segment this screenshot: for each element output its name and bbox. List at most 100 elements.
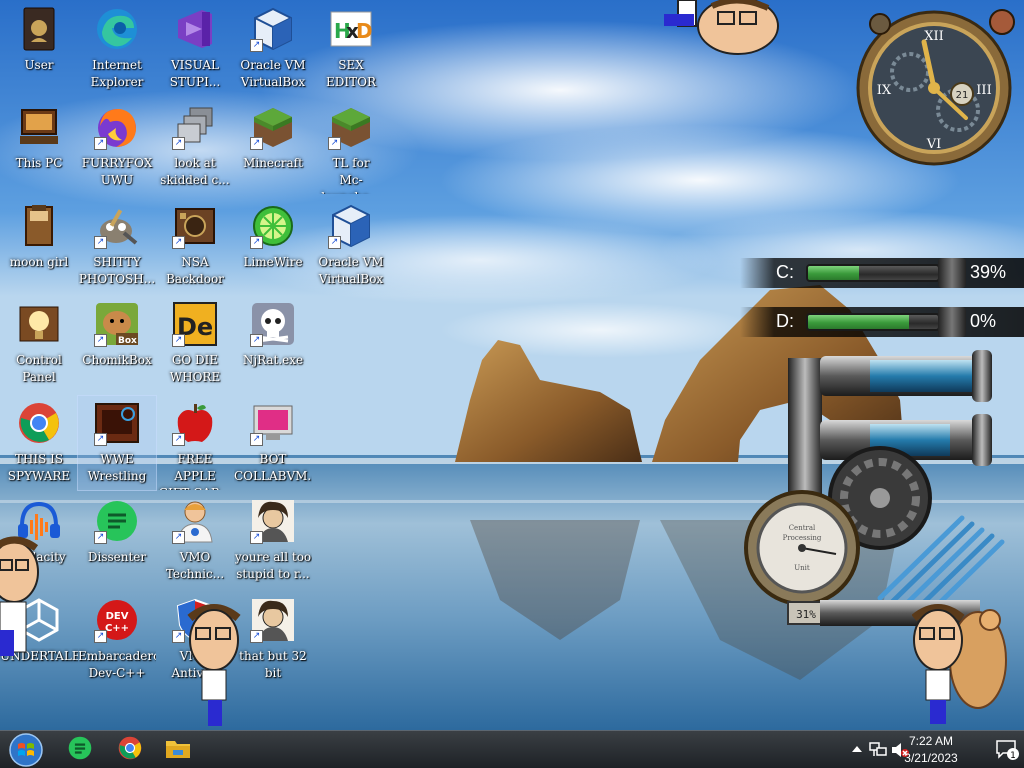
drive-usage-track [806,264,940,282]
desktop-icon[interactable]: ↗ SHITTY PHOTOSH... [78,199,156,293]
desktop-icon[interactable]: ↗ Oracle VM VirtualBox [234,2,312,96]
drive-label: D: [776,311,794,331]
desktop-icon-label: Oracle VM VirtualBox [240,58,306,89]
notification-icon: 1 [996,740,1019,761]
desktop-icon[interactable]: ↗ that but 32 bit [234,593,312,687]
shortcut-arrow-icon: ↗ [94,236,107,249]
shortcut-arrow-icon: ↗ [94,137,107,150]
shortcut-arrow-icon: ↗ [250,531,263,544]
stacked-windows-icon: ↗ [172,104,218,150]
desktop-icon-label: WWE Wrestling [87,452,147,483]
drive-usage-fill [808,315,910,329]
drive-label: C: [776,262,794,282]
shortcut-arrow-icon: ↗ [172,531,185,544]
start-button[interactable] [6,732,46,768]
desktop-icon[interactable]: VISUAL STUPI... [156,2,234,96]
drive-bar-d[interactable]: D: 0% [740,307,1024,337]
network-button[interactable] [868,741,888,759]
desktop-icon[interactable]: ↗ FURRYFOX UWU [78,100,156,194]
desktop-icon[interactable]: moon girl [0,199,78,293]
dissenter-icon [67,735,93,765]
desktop-icon[interactable]: ↗ LimeWire [234,199,312,293]
desktop-icon[interactable]: ↗ NSA Backdoor [156,199,234,293]
desktop-icon-label: THIS IS SPYWARE [7,452,71,483]
desktop-icon[interactable]: De ↗ GO DIE WHORE [156,297,234,391]
desktop-icon[interactable]: THIS IS SPYWARE [0,396,78,490]
shortcut-arrow-icon: ↗ [250,39,263,52]
desktop-icon[interactable]: Control Panel [0,297,78,391]
gauge-readout: 31% [796,608,816,621]
steampunk-clock-widget[interactable]: XII III VI IX 21 [850,2,1022,170]
taskbar-app-chrome[interactable] [110,734,150,766]
desktop-icon[interactable]: ↗ WWE Wrestling [77,395,157,491]
dissenter-icon: ↗ [94,498,140,544]
shortcut-arrow-icon: ↗ [328,236,341,249]
shortcut-arrow-icon: ↗ [94,630,107,643]
desktop-icon-label: youre all too stupid to r... [234,550,312,581]
hxd-icon: HxD [328,6,374,52]
desktop-icon-label: VMO Technic... [165,550,225,581]
desktop-icon[interactable]: DEV C++ ↗ Embarcadero Dev-C++ [78,593,156,687]
clock-date-number: 21 [956,90,969,101]
svg-text:C++: C++ [105,623,129,634]
desktop-icon[interactable]: ↗ look at skidded c... [156,100,234,194]
taskbar-app-file-explorer[interactable] [158,734,198,766]
grass-block-icon: ↗ [328,104,374,150]
desktop-icon[interactable]: Internet Explorer [78,2,156,96]
shortcut-arrow-icon: ↗ [250,433,263,446]
show-hidden-icons-button[interactable] [850,741,864,757]
cartoon-figure-center [187,604,241,726]
portrait-icon: ↗ [250,597,296,643]
svg-text:D: D [356,19,373,43]
desktop-icon[interactable]: ↗ BOT COLLABVM... [234,396,312,490]
desktop-icon[interactable]: ↗ NjRat.exe [234,297,312,391]
visual-studio-icon [172,6,218,52]
desktop-icon[interactable]: ↗ TL for Mc-launche... [312,100,390,194]
wood-box-icon: ↗ [172,203,218,249]
desktop-icon[interactable]: ↗ Dissenter [78,494,156,588]
desktop-icon[interactable]: ↗ VMO Technic... [156,494,234,588]
taskbar-app-dissenter[interactable] [60,734,100,766]
svg-text:DEV: DEV [106,611,129,622]
desktop-icon[interactable]: ↗ Oracle VM VirtualBox [312,199,390,293]
hamster-box-icon: Box ↗ [94,301,140,347]
desktop-icon[interactable]: ↗ youre all too stupid to r... [234,494,312,588]
firefox-icon: ↗ [94,104,140,150]
drive-pipe-cap [938,258,966,288]
desktop-icon[interactable]: Box ↗ ChomikBox [78,297,156,391]
windows-logo-icon [9,733,43,767]
lightbulb-icon [16,301,62,347]
shortcut-arrow-icon: ↗ [172,334,185,347]
chevron-up-icon [852,746,862,752]
edge-icon [94,6,140,52]
desktop-icon[interactable]: This PC [0,100,78,194]
user-folder-icon [16,6,62,52]
taskbar-clock[interactable]: 7:22 AM 3/21/2023 [894,733,968,767]
drive-pipe-cap [938,307,966,337]
desktop-icon-label: NjRat.exe [242,353,304,367]
drive-bar-c[interactable]: C: 39% [740,258,1024,288]
svg-text:IX: IX [877,83,892,98]
desktop-icon[interactable]: ↗ Minecraft [234,100,312,194]
shortcut-arrow-icon: ↗ [172,236,185,249]
desktop-icon-label: BOT COLLABVM... [234,452,312,483]
desktop-icon-label: SEX EDITOR [326,58,376,89]
gauge-dial-bottom: Unit [794,564,810,572]
svg-text:XII: XII [924,29,944,44]
desktop-icon-label: Dissenter [87,550,147,564]
desktop-icon-label: look at skidded c... [160,156,230,187]
desktop-icon[interactable]: Hx D SEX EDITOR [312,2,390,96]
desktop-icon-label: Oracle VM VirtualBox [318,255,384,286]
taskbar: 7:22 AM 3/21/2023 1 [0,730,1024,768]
desktop-icon[interactable]: ↗ FREE APPLE GIFT CAR... [156,396,234,490]
action-center-button[interactable]: 1 [994,739,1020,761]
desktop-icon-label: NSA Backdoor [166,255,224,286]
shortcut-arrow-icon: ↗ [172,630,185,643]
shortcut-arrow-icon: ↗ [94,531,107,544]
shortcut-arrow-icon: ↗ [250,334,263,347]
drive-percent: 0% [970,311,997,331]
folder-icon [165,737,191,763]
drive-usage-fill [808,266,859,280]
desktop-icon[interactable]: User [0,2,78,96]
shortcut-arrow-icon: ↗ [250,236,263,249]
